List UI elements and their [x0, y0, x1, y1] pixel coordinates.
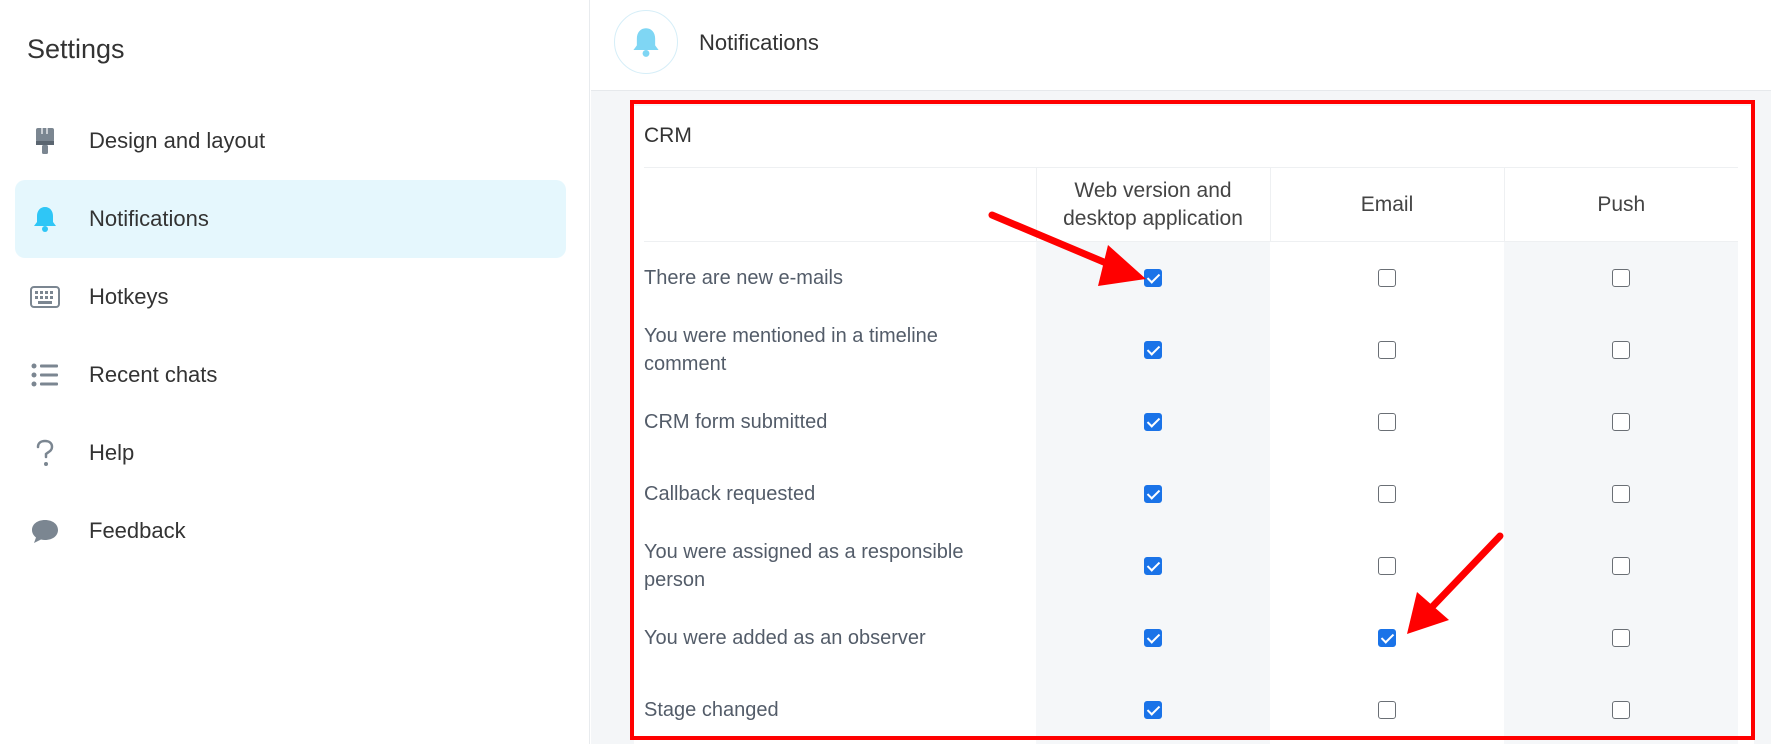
web-cell [1036, 529, 1270, 602]
web-cell [1036, 457, 1270, 530]
column-header-web: Web version and desktop application [1035, 167, 1271, 242]
sidebar-item-label: Recent chats [89, 362, 218, 387]
column-header-event [644, 167, 1036, 242]
push-checkbox[interactable] [1612, 557, 1630, 576]
crm-notifications-panel: CRM Web version and desktop application … [634, 106, 1754, 744]
push-cell [1504, 673, 1738, 744]
sidebar-item-help[interactable]: Help [15, 414, 566, 492]
sidebar-item-hotkeys[interactable]: Hotkeys [15, 258, 566, 336]
email-cell [1270, 242, 1504, 314]
bell-icon [30, 204, 60, 234]
email-checkbox[interactable] [1378, 269, 1396, 288]
push-cell [1504, 385, 1738, 458]
web-cell [1036, 673, 1270, 744]
web-cell [1036, 601, 1270, 674]
table-row: Callback requested [644, 457, 1738, 530]
page-header: Notifications [591, 0, 1771, 91]
web-checkbox[interactable] [1144, 629, 1162, 648]
table-row: You were mentioned in a timeline comment [644, 313, 1738, 386]
email-checkbox[interactable] [1378, 701, 1396, 720]
section-title: CRM [644, 124, 692, 147]
email-cell [1270, 602, 1504, 674]
email-cell [1270, 674, 1504, 744]
push-checkbox[interactable] [1612, 485, 1630, 504]
sidebar-title: Settings [27, 34, 125, 64]
web-checkbox[interactable] [1144, 485, 1162, 504]
email-cell [1270, 530, 1504, 602]
web-cell [1036, 241, 1270, 314]
table-row: There are new e-mails [644, 241, 1738, 314]
sidebar-item-design-and-layout[interactable]: Design and layout [15, 102, 566, 180]
web-cell [1036, 385, 1270, 458]
sidebar-item-label: Design and layout [89, 128, 266, 153]
push-cell [1504, 457, 1738, 530]
push-cell [1504, 241, 1738, 314]
column-header-email: Email [1270, 167, 1505, 242]
web-cell [1036, 313, 1270, 386]
web-checkbox[interactable] [1144, 413, 1162, 432]
table-header-row: Web version and desktop application Emai… [644, 167, 1738, 242]
sidebar-item-label: Hotkeys [89, 284, 169, 309]
push-checkbox[interactable] [1612, 341, 1630, 360]
push-checkbox[interactable] [1612, 269, 1630, 288]
push-cell [1504, 313, 1738, 386]
list-icon [30, 360, 60, 390]
web-checkbox[interactable] [1144, 557, 1162, 576]
settings-sidebar: Settings Design and layout Notifications… [0, 0, 590, 744]
speech-bubble-icon [30, 516, 60, 546]
web-checkbox[interactable] [1144, 269, 1162, 288]
bell-icon [614, 10, 678, 74]
email-checkbox[interactable] [1378, 485, 1396, 504]
brush-icon [30, 126, 60, 156]
sidebar-item-label: Help [89, 440, 135, 465]
email-checkbox[interactable] [1378, 629, 1396, 648]
sidebar-item-feedback[interactable]: Feedback [15, 492, 566, 570]
push-checkbox[interactable] [1612, 413, 1630, 432]
sidebar-item-label: Feedback [89, 518, 186, 543]
keyboard-icon [30, 282, 60, 312]
notification-event-label: Stage changed [644, 698, 779, 721]
web-checkbox[interactable] [1144, 341, 1162, 360]
email-cell [1270, 314, 1504, 386]
notification-event-label: CRM form submitted [644, 410, 828, 433]
email-checkbox[interactable] [1378, 413, 1396, 432]
notification-event-label: You were assigned as a responsible perso… [644, 540, 964, 591]
notification-event-label: There are new e-mails [644, 266, 843, 289]
sidebar-item-notifications[interactable]: Notifications [15, 180, 566, 258]
table-row: Stage changed [644, 673, 1738, 744]
push-checkbox[interactable] [1612, 629, 1630, 648]
notification-event-label: Callback requested [644, 482, 816, 505]
sidebar-item-label: Notifications [89, 206, 209, 231]
sidebar-nav: Design and layout Notifications Hotkeys … [15, 102, 566, 570]
question-icon [30, 438, 60, 468]
push-cell [1504, 601, 1738, 674]
notification-event-label: You were added as an observer [644, 626, 926, 649]
email-cell [1270, 458, 1504, 530]
push-checkbox[interactable] [1612, 701, 1630, 720]
main-content: Notifications CRM Web version and deskto… [591, 0, 1771, 744]
notifications-table: Web version and desktop application Emai… [644, 167, 1738, 744]
column-header-push: Push [1504, 167, 1738, 242]
table-row: CRM form submitted [644, 385, 1738, 458]
notification-event-label: You were mentioned in a timeline comment [644, 324, 938, 375]
page-title: Notifications [699, 30, 819, 55]
table-row: You were added as an observer [644, 601, 1738, 674]
email-cell [1270, 386, 1504, 458]
table-row: You were assigned as a responsible perso… [644, 529, 1738, 602]
web-checkbox[interactable] [1144, 701, 1162, 720]
sidebar-item-recent-chats[interactable]: Recent chats [15, 336, 566, 414]
push-cell [1504, 529, 1738, 602]
email-checkbox[interactable] [1378, 557, 1396, 576]
email-checkbox[interactable] [1378, 341, 1396, 360]
